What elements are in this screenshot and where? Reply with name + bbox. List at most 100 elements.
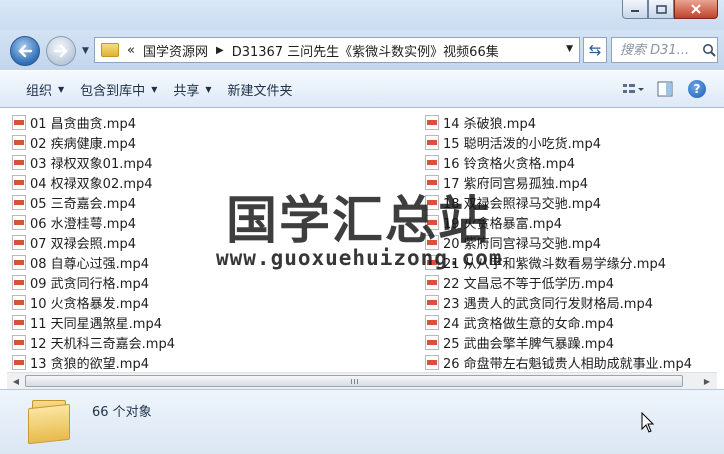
file-name: 06 水澄桂萼.mp4 <box>30 216 136 232</box>
title-bar <box>0 0 724 30</box>
video-file-icon <box>425 154 439 170</box>
scroll-left-icon[interactable]: ◀ <box>10 375 22 387</box>
video-file-icon <box>425 134 439 150</box>
list-item[interactable]: 13 贪狼的欲望.mp4 <box>12 352 175 372</box>
video-file-icon <box>12 114 26 130</box>
address-bar[interactable]: « 国学资源网 ▶ D31367 三问先生《紫微斗数实例》视频66集 ▼ <box>94 37 580 63</box>
list-item[interactable]: 20 紫府同宫禄马交驰.mp4 <box>425 232 692 252</box>
back-button[interactable] <box>10 36 40 66</box>
list-item[interactable]: 01 昌贪曲贪.mp4 <box>12 112 175 132</box>
share-menu[interactable]: 共享 ▼ <box>173 80 211 99</box>
breadcrumb-overflow[interactable]: « <box>127 43 135 58</box>
file-name: 10 火贪格暴发.mp4 <box>30 296 149 312</box>
list-item[interactable]: 02 疾病健康.mp4 <box>12 132 175 152</box>
file-name: 09 武贪同行格.mp4 <box>30 276 149 292</box>
video-file-icon <box>12 174 26 190</box>
refresh-button[interactable]: ⇆ <box>583 37 607 63</box>
list-item[interactable]: 18 双禄会照禄马交驰.mp4 <box>425 192 692 212</box>
list-item[interactable]: 09 武贪同行格.mp4 <box>12 272 175 292</box>
list-item[interactable]: 26 命盘带左右魁钺贵人相助成就事业.mp4 <box>425 352 692 372</box>
address-dropdown[interactable]: ▼ <box>566 44 573 54</box>
video-file-icon <box>12 314 26 330</box>
list-item[interactable]: 06 水澄桂萼.mp4 <box>12 212 175 232</box>
view-controls: ? <box>614 77 710 101</box>
file-name: 14 杀破狼.mp4 <box>443 116 536 132</box>
list-item[interactable]: 10 火贪格暴发.mp4 <box>12 292 175 312</box>
chevron-down-icon: ▼ <box>58 84 65 94</box>
organize-menu[interactable]: 组织 ▼ <box>26 80 64 99</box>
chevron-down-icon: ▼ <box>205 84 212 94</box>
mouse-cursor-icon <box>641 412 655 433</box>
file-column-left: 01 昌贪曲贪.mp4 02 疾病健康.mp4 03 禄权双象01.mp4 04… <box>12 112 175 372</box>
video-file-icon <box>12 154 26 170</box>
file-name: 11 天同星遇煞星.mp4 <box>30 316 162 332</box>
chevron-down-icon: ▼ <box>82 46 89 56</box>
list-item[interactable]: 04 权禄双象02.mp4 <box>12 172 175 192</box>
list-item[interactable]: 07 双禄会照.mp4 <box>12 232 175 252</box>
maximize-button[interactable] <box>648 0 674 19</box>
file-name: 26 命盘带左右魁钺贵人相助成就事业.mp4 <box>443 356 692 372</box>
list-item[interactable]: 15 聪明活泼的小吃货.mp4 <box>425 132 692 152</box>
forward-button[interactable] <box>46 36 76 66</box>
minimize-button[interactable] <box>622 0 648 19</box>
list-item[interactable]: 21 从八字和紫微斗数看易学缘分.mp4 <box>425 252 692 272</box>
list-item[interactable]: 24 武贪格做生意的女命.mp4 <box>425 312 692 332</box>
list-item[interactable]: 08 自尊心过强.mp4 <box>12 252 175 272</box>
window-controls <box>622 0 718 19</box>
video-file-icon <box>12 134 26 150</box>
organize-label: 组织 <box>26 83 53 99</box>
help-icon: ? <box>688 80 706 98</box>
list-item[interactable]: 11 天同星遇煞星.mp4 <box>12 312 175 332</box>
horizontal-scrollbar[interactable]: ◀ ▶ <box>7 372 717 389</box>
search-input[interactable] <box>620 42 702 58</box>
refresh-icon: ⇆ <box>588 41 602 59</box>
chevron-down-icon: ▼ <box>151 84 158 94</box>
video-file-icon <box>12 294 26 310</box>
file-name: 21 从八字和紫微斗数看易学缘分.mp4 <box>443 256 666 272</box>
back-arrow-icon <box>18 44 33 58</box>
close-button[interactable] <box>674 0 718 19</box>
change-view-button[interactable] <box>620 77 646 101</box>
list-item[interactable]: 05 三奇嘉会.mp4 <box>12 192 175 212</box>
list-item[interactable]: 12 天机科三奇嘉会.mp4 <box>12 332 175 352</box>
new-folder-button[interactable]: 新建文件夹 <box>228 80 293 99</box>
list-item[interactable]: 22 文昌忌不等于低学历.mp4 <box>425 272 692 292</box>
video-file-icon <box>12 274 26 290</box>
list-item[interactable]: 03 禄权双象01.mp4 <box>12 152 175 172</box>
preview-pane-icon <box>657 81 673 97</box>
file-name: 24 武贪格做生意的女命.mp4 <box>443 316 614 332</box>
video-file-icon <box>425 294 439 310</box>
preview-pane-button[interactable] <box>652 77 678 101</box>
breadcrumb-item-root[interactable]: 国学资源网 <box>143 41 208 60</box>
folder-icon <box>28 396 70 445</box>
video-file-icon <box>425 114 439 130</box>
help-button[interactable]: ? <box>684 77 710 101</box>
list-item[interactable]: 23 遇贵人的武贪同行发财格局.mp4 <box>425 292 692 312</box>
item-count: 66 个对象 <box>92 405 152 420</box>
chevron-right-icon[interactable]: ▶ <box>216 45 224 56</box>
list-item[interactable]: 25 武曲会擎羊脾气暴躁.mp4 <box>425 332 692 352</box>
file-name: 02 疾病健康.mp4 <box>30 136 136 152</box>
folder-icon <box>101 43 119 57</box>
recent-pages-dropdown[interactable]: ▼ <box>82 46 89 56</box>
close-icon <box>691 4 701 14</box>
video-file-icon <box>425 174 439 190</box>
file-name: 18 双禄会照禄马交驰.mp4 <box>443 196 601 212</box>
search-icon <box>703 44 716 57</box>
list-item[interactable]: 14 杀破狼.mp4 <box>425 112 692 132</box>
search-box[interactable] <box>611 37 718 63</box>
navigation-bar: ▼ « 国学资源网 ▶ D31367 三问先生《紫微斗数实例》视频66集 ▼ ⇆ <box>0 30 724 70</box>
scroll-right-icon[interactable]: ▶ <box>701 375 713 387</box>
file-name: 15 聪明活泼的小吃货.mp4 <box>443 136 601 152</box>
scrollbar-thumb[interactable] <box>25 375 683 387</box>
video-file-icon <box>12 354 26 370</box>
list-item[interactable]: 17 紫府同宫易孤独.mp4 <box>425 172 692 192</box>
file-name: 20 紫府同宫禄马交驰.mp4 <box>443 236 601 252</box>
details-pane: 66 个对象 <box>0 389 724 454</box>
minimize-icon <box>631 10 639 12</box>
include-in-library-menu[interactable]: 包含到库中 ▼ <box>80 80 157 99</box>
command-bar: 组织 ▼ 包含到库中 ▼ 共享 ▼ 新建文件夹 ? <box>0 70 724 108</box>
breadcrumb-item-current[interactable]: D31367 三问先生《紫微斗数实例》视频66集 <box>232 41 499 60</box>
list-item[interactable]: 16 铃贪格火贪格.mp4 <box>425 152 692 172</box>
list-item[interactable]: 19 火贪格暴富.mp4 <box>425 212 692 232</box>
